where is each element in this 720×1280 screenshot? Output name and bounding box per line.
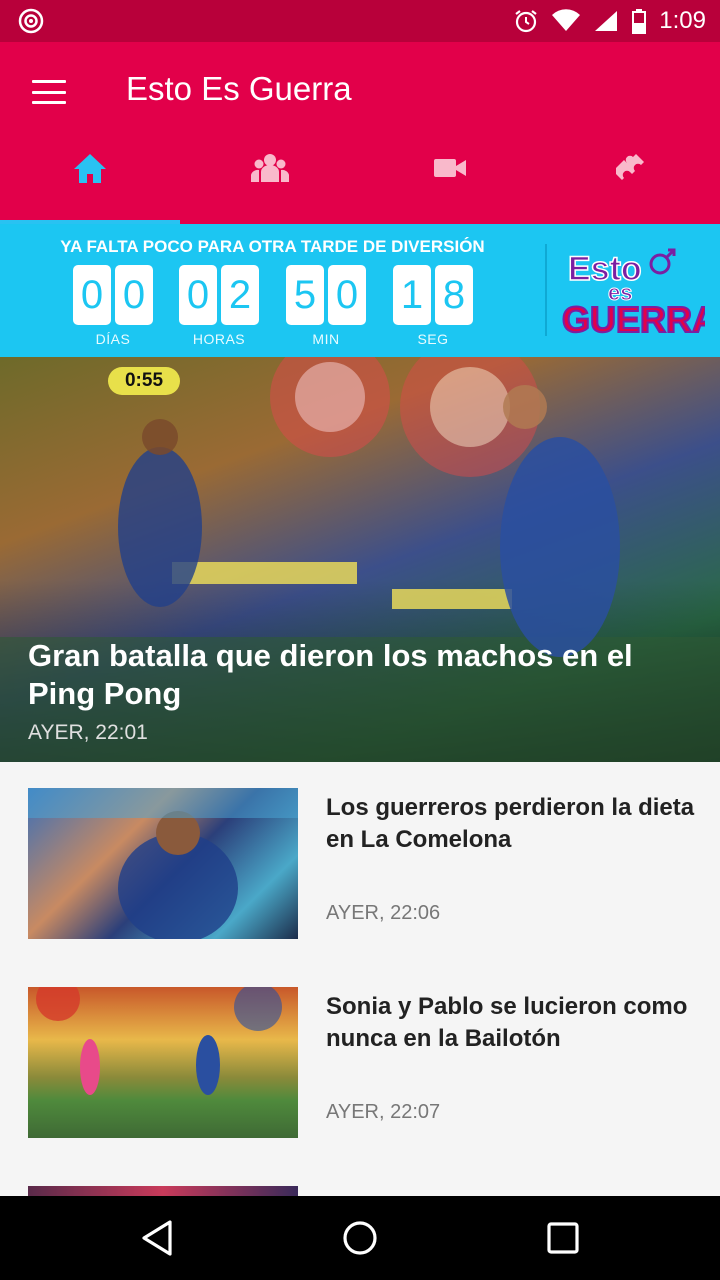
- signal-icon: [595, 11, 618, 31]
- puzzle-icon: [616, 154, 644, 180]
- back-icon[interactable]: [136, 1216, 180, 1260]
- svg-text:GUERRA: GUERRA: [562, 299, 705, 340]
- countdown-title: YA FALTA POCO PARA OTRA TARDE DE DIVERSI…: [60, 237, 485, 256]
- app-bar: Esto Es Guerra: [0, 42, 720, 224]
- news-list: Los guerreros perdieron la dieta en La C…: [0, 762, 720, 1196]
- countdown-minutes: 5 0 MIN: [286, 265, 366, 347]
- home-nav-icon[interactable]: [338, 1216, 382, 1260]
- countdown-label: HORAS: [192, 331, 246, 347]
- news-item[interactable]: Los guerreros perdieron la dieta en La C…: [0, 762, 720, 942]
- tab-home[interactable]: [0, 142, 180, 224]
- navigation-bar: [0, 1196, 720, 1280]
- digit: 1: [393, 265, 431, 325]
- app-title: Esto Es Guerra: [126, 70, 352, 107]
- cast-icon: [18, 8, 44, 34]
- news-item[interactable]: Sonia y Pablo se lucieron como nunca en …: [0, 961, 720, 1141]
- news-time: AYER, 22:06: [326, 902, 441, 924]
- wifi-icon: [552, 9, 581, 31]
- tab-games[interactable]: [540, 142, 720, 224]
- group-icon: [251, 154, 289, 182]
- countdown-label: SEG: [417, 331, 449, 347]
- countdown-days: 0 0 DÍAS: [73, 265, 153, 347]
- esto-es-guerra-logo: Esto es GUERRA: [561, 248, 705, 341]
- digit: 2: [221, 265, 259, 325]
- digit: 5: [286, 265, 324, 325]
- featured-timer-overlay: 0:55: [108, 367, 180, 395]
- tab-video[interactable]: [360, 142, 540, 224]
- digit: 0: [115, 265, 153, 325]
- recents-icon[interactable]: [541, 1216, 585, 1260]
- video-camera-icon: [434, 159, 466, 177]
- featured-time: AYER, 22:01: [28, 721, 148, 744]
- digit: 0: [328, 265, 366, 325]
- countdown-label: DÍAS: [95, 331, 131, 347]
- home-icon: [74, 154, 106, 183]
- featured-title: Gran batalla que dieron los machos en el…: [28, 638, 633, 711]
- hamburger-menu-icon[interactable]: [28, 74, 70, 110]
- digit: 0: [179, 265, 217, 325]
- news-item[interactable]: [0, 1160, 720, 1196]
- tab-bar: [0, 142, 720, 224]
- news-thumbnail: [28, 1186, 298, 1196]
- alarm-icon: [515, 10, 537, 33]
- featured-article[interactable]: 0:55 Gran batalla que dieron los machos …: [0, 357, 720, 762]
- news-thumbnail: [28, 987, 298, 1138]
- tab-group[interactable]: [180, 142, 360, 224]
- countdown-label: MIN: [312, 331, 340, 347]
- digit: 0: [73, 265, 111, 325]
- status-bar: 1:09: [0, 0, 720, 42]
- countdown-hours: 0 2 HORAS: [179, 265, 259, 347]
- digit: 8: [435, 265, 473, 325]
- countdown-seconds: 1 8 SEG: [393, 265, 473, 347]
- news-time: AYER, 22:07: [326, 1101, 441, 1123]
- news-thumbnail: [28, 788, 298, 939]
- news-title: Los guerreros perdieron la dieta en La C…: [326, 794, 695, 853]
- battery-icon: [632, 9, 647, 34]
- divider: [545, 244, 547, 336]
- status-time: 1:09: [659, 7, 706, 34]
- countdown-banner: YA FALTA POCO PARA OTRA TARDE DE DIVERSI…: [0, 224, 720, 357]
- news-title: Sonia y Pablo se lucieron como nunca en …: [326, 993, 688, 1052]
